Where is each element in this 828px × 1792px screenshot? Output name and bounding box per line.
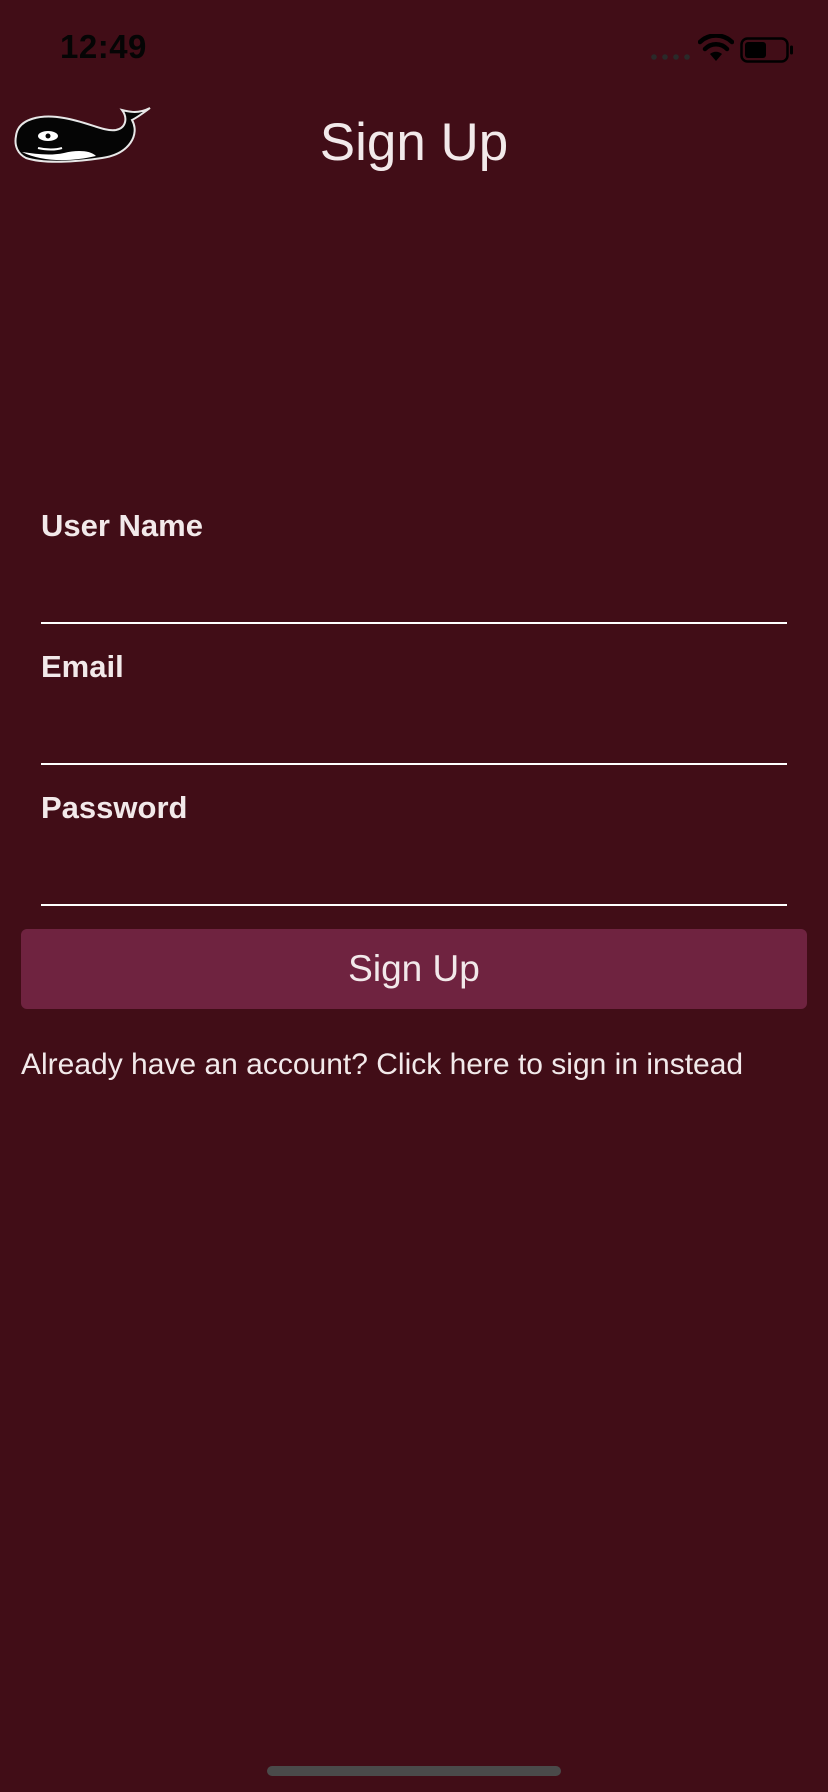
header: Sign Up (0, 100, 828, 200)
user-name-field: User Name (41, 500, 787, 641)
signup-form: User Name Email Password (41, 500, 787, 923)
signal-dots-icon (651, 54, 690, 60)
page-title: Sign Up (319, 113, 509, 172)
email-label: Email (41, 649, 124, 684)
battery-icon (740, 37, 793, 63)
password-input[interactable] (41, 838, 787, 906)
email-input[interactable] (41, 697, 787, 765)
signup-button[interactable]: Sign Up (21, 929, 807, 1009)
email-field: Email (41, 641, 787, 782)
user-name-label: User Name (41, 508, 203, 543)
status-time: 12:49 (60, 28, 147, 65)
user-name-input[interactable] (41, 556, 787, 624)
wifi-icon (698, 34, 734, 61)
password-field: Password (41, 782, 787, 923)
status-bar: 12:49 (0, 0, 828, 100)
home-indicator (267, 1766, 561, 1776)
password-label: Password (41, 790, 188, 825)
signin-link[interactable]: Already have an account? Click here to s… (21, 1048, 743, 1082)
